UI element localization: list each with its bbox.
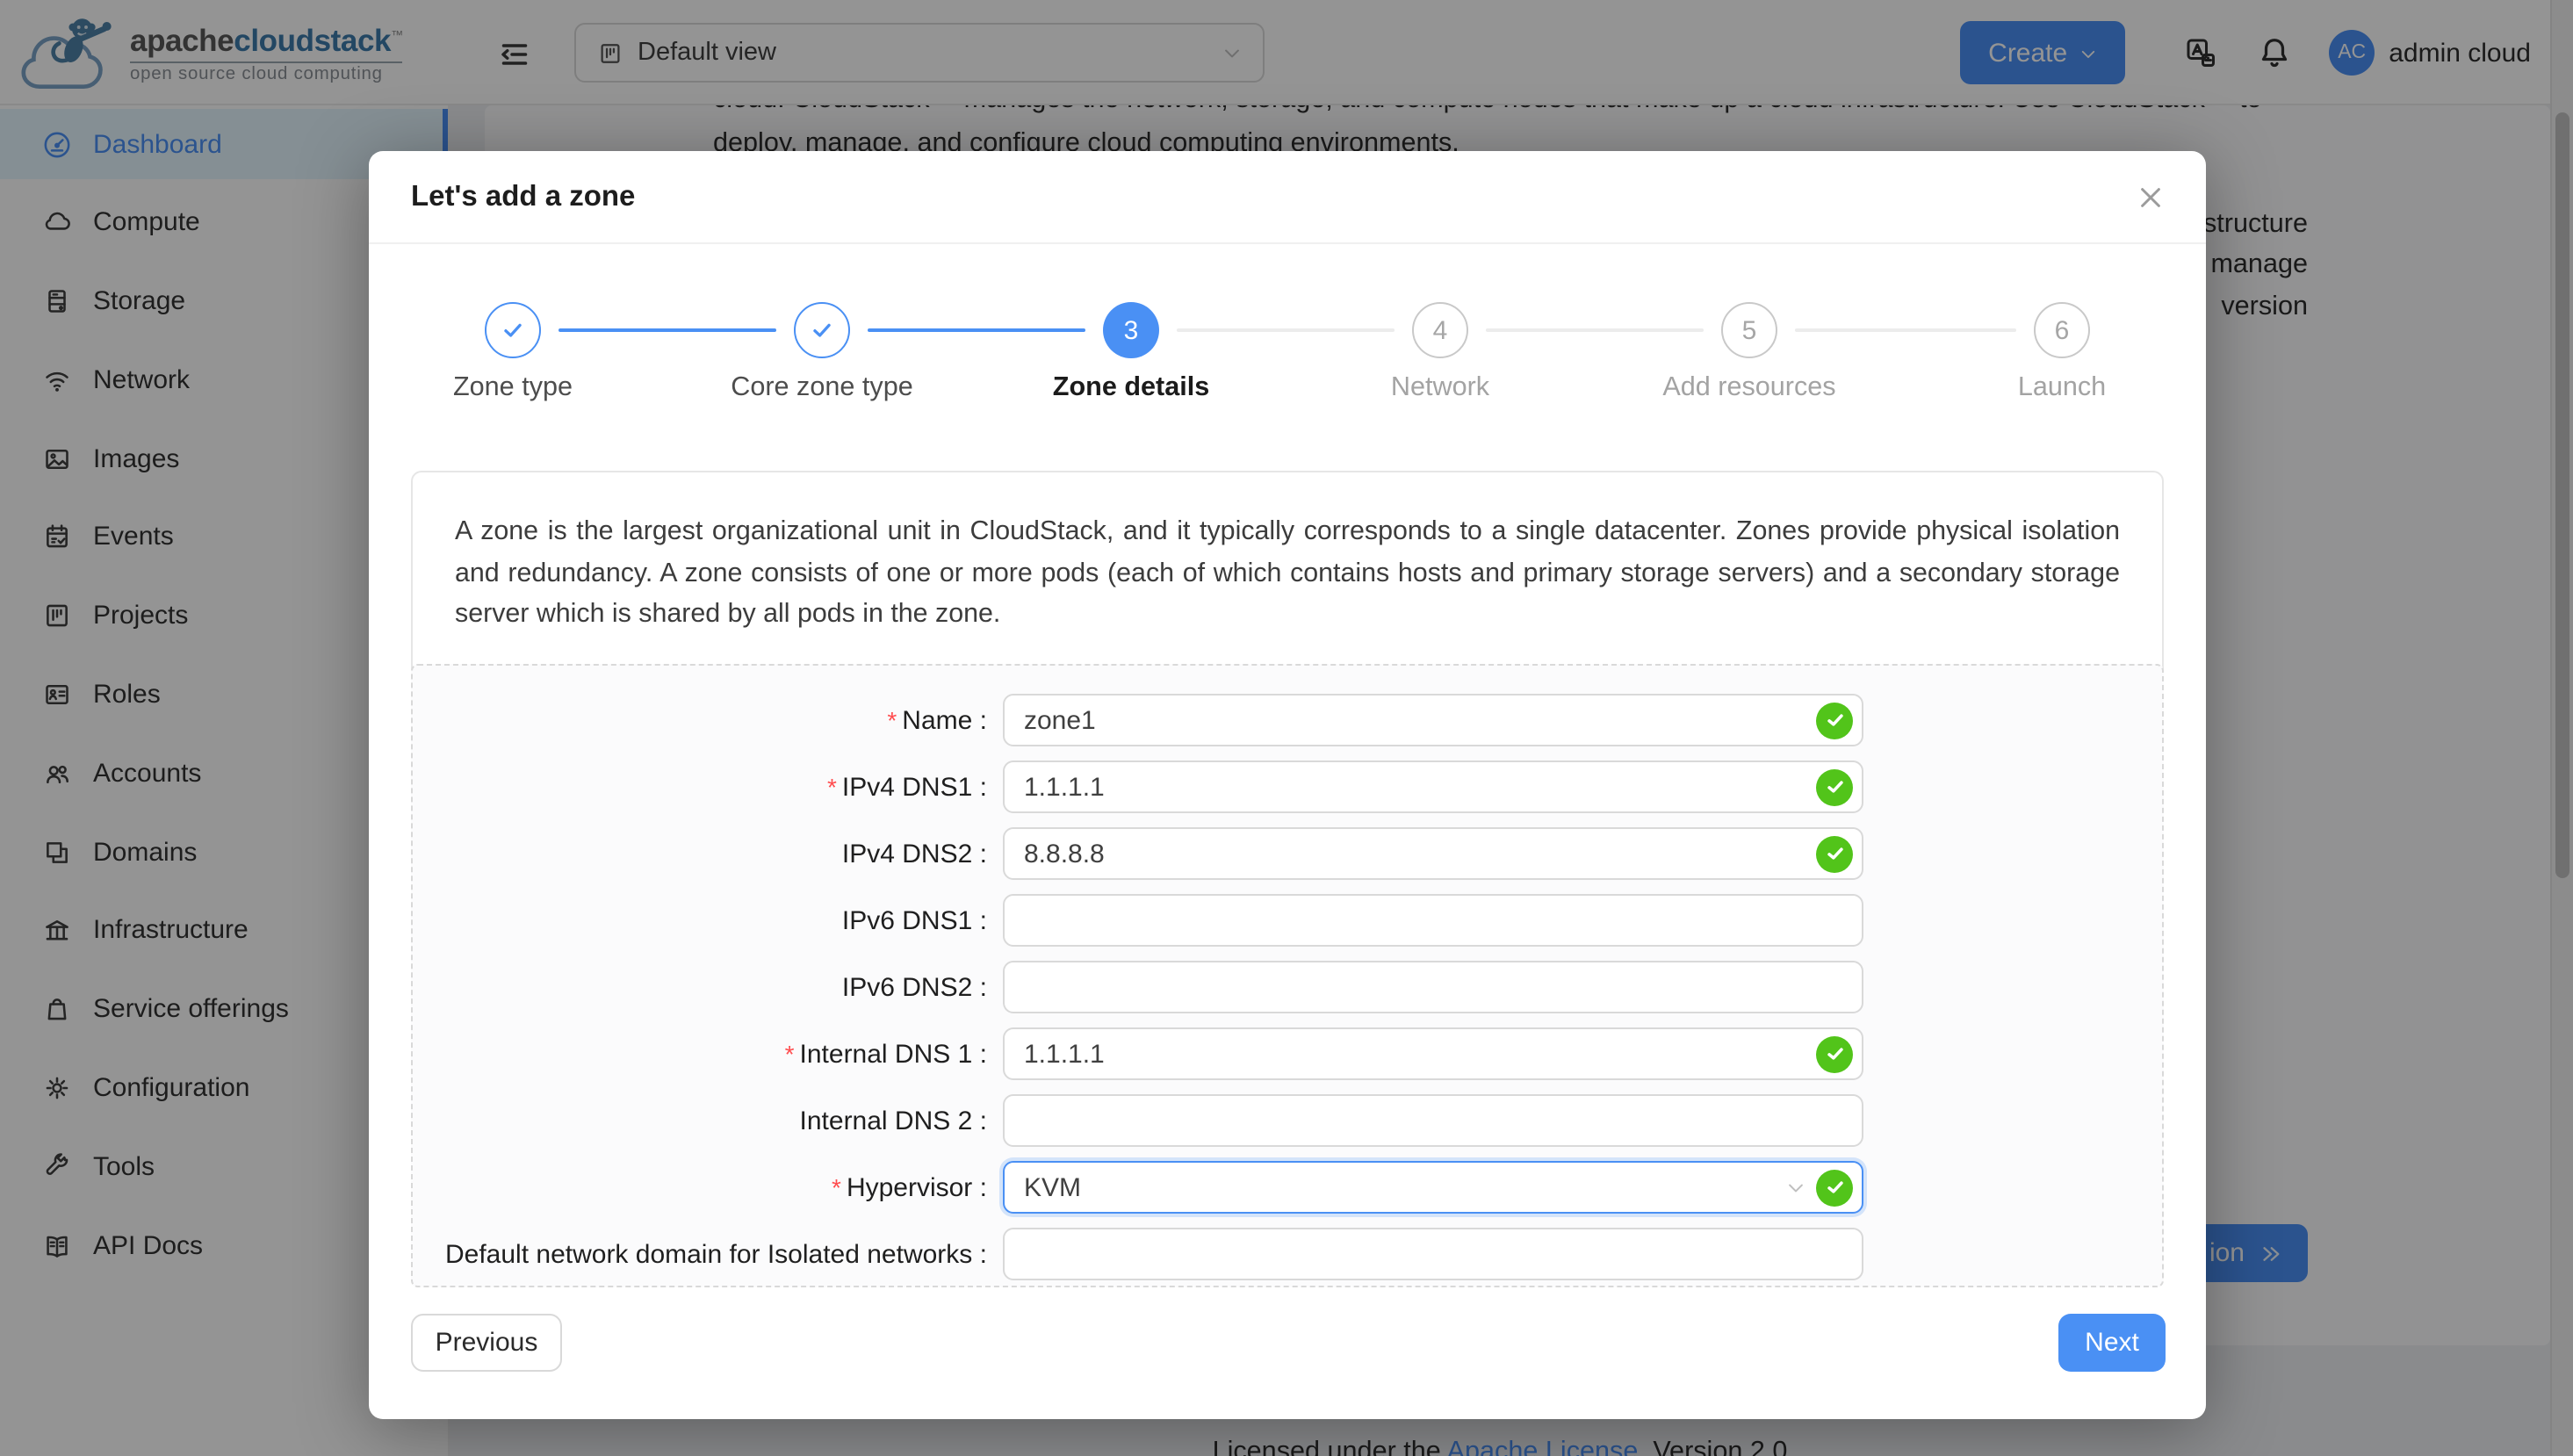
ipv6-dns1-input[interactable] [1003, 894, 1863, 947]
check-icon [810, 318, 834, 342]
form-row: *Internal DNS 1 [413, 1020, 2162, 1087]
required-asterisk: * [832, 1172, 841, 1200]
step-connector [1486, 328, 1704, 332]
validation-success-icon [1816, 702, 1853, 739]
form-row: IPv6 DNS1 [413, 887, 2162, 954]
step-3-label: Zone details [985, 372, 1277, 404]
add-zone-modal: Let's add a zone Zone type Core zone type… [369, 151, 2206, 1419]
ipv6-dns2-input[interactable] [1003, 961, 1863, 1013]
close-icon[interactable] [2137, 184, 2164, 210]
required-asterisk: * [785, 1039, 795, 1067]
select-value: KVM [1024, 1172, 1081, 1202]
chevron-down-icon [1786, 1178, 1805, 1198]
validation-success-icon [1816, 1169, 1853, 1206]
modal-title: Let's add a zone [411, 180, 635, 213]
step-6-label: Launch [1916, 372, 2208, 404]
screen: apachecloudstack™ open source cloud comp… [0, 0, 2573, 1456]
field-label: *Name [413, 705, 987, 735]
required-asterisk: * [827, 772, 837, 800]
validation-success-icon [1816, 1035, 1853, 1072]
field-label: IPv6 DNS2 [413, 972, 987, 1002]
next-button[interactable]: Next [2058, 1314, 2166, 1372]
form-row: *Name [413, 687, 2162, 753]
form-row: *Hypervisor KVM [413, 1154, 2162, 1221]
step-4-label: Network [1294, 372, 1586, 404]
step-4-circle: 4 [1412, 302, 1468, 358]
ipv4-dns2-input[interactable] [1003, 827, 1863, 880]
internal-dns-1-input[interactable] [1003, 1027, 1863, 1080]
hypervisor-select[interactable]: KVM [1003, 1161, 1863, 1214]
field-label: *IPv4 DNS1 [413, 772, 987, 802]
form-row: Default network domain for Isolated netw… [413, 1221, 2162, 1287]
ipv4-dns1-input[interactable] [1003, 760, 1863, 813]
step-connector [868, 328, 1085, 332]
zone-details-form: *Name *IPv4 DNS1 IPv4 DNS2 IPv6 DNS1 IPv6 DN… [411, 664, 2164, 1287]
previous-button[interactable]: Previous [411, 1314, 562, 1372]
wizard-steps: Zone typeCore zone type3Zone details4Net… [411, 302, 2164, 436]
field-label: Default network domain for Isolated netw… [413, 1239, 987, 1269]
field-label: IPv4 DNS2 [413, 839, 987, 869]
modal-header: Let's add a zone [369, 151, 2206, 244]
form-row: IPv6 DNS2 [413, 954, 2162, 1020]
default-network-domain-for-isolated-networks-input[interactable] [1003, 1228, 1863, 1280]
step-connector [1795, 328, 2016, 332]
form-row: IPv4 DNS2 [413, 820, 2162, 887]
step-1-label: Zone type [367, 372, 659, 404]
field-label: IPv6 DNS1 [413, 905, 987, 935]
validation-success-icon [1816, 835, 1853, 872]
check-icon [501, 318, 525, 342]
step-2-label: Core zone type [676, 372, 968, 404]
form-row: *IPv4 DNS1 [413, 753, 2162, 820]
step-5-circle: 5 [1721, 302, 1777, 358]
field-label: *Hypervisor [413, 1172, 987, 1202]
step-connector [559, 328, 776, 332]
required-asterisk: * [887, 705, 897, 733]
name-input[interactable] [1003, 694, 1863, 746]
step-6-circle: 6 [2034, 302, 2090, 358]
step-1-circle [485, 302, 541, 358]
validation-success-icon [1816, 768, 1853, 805]
field-label: *Internal DNS 1 [413, 1039, 987, 1069]
form-row: Internal DNS 2 [413, 1087, 2162, 1154]
zone-description: A zone is the largest organizational uni… [411, 471, 2164, 678]
step-connector [1177, 328, 1395, 332]
step-5-label: Add resources [1604, 372, 1895, 404]
step-2-circle [794, 302, 850, 358]
step-3-circle: 3 [1103, 302, 1159, 358]
internal-dns-2-input[interactable] [1003, 1094, 1863, 1147]
field-label: Internal DNS 2 [413, 1106, 987, 1135]
